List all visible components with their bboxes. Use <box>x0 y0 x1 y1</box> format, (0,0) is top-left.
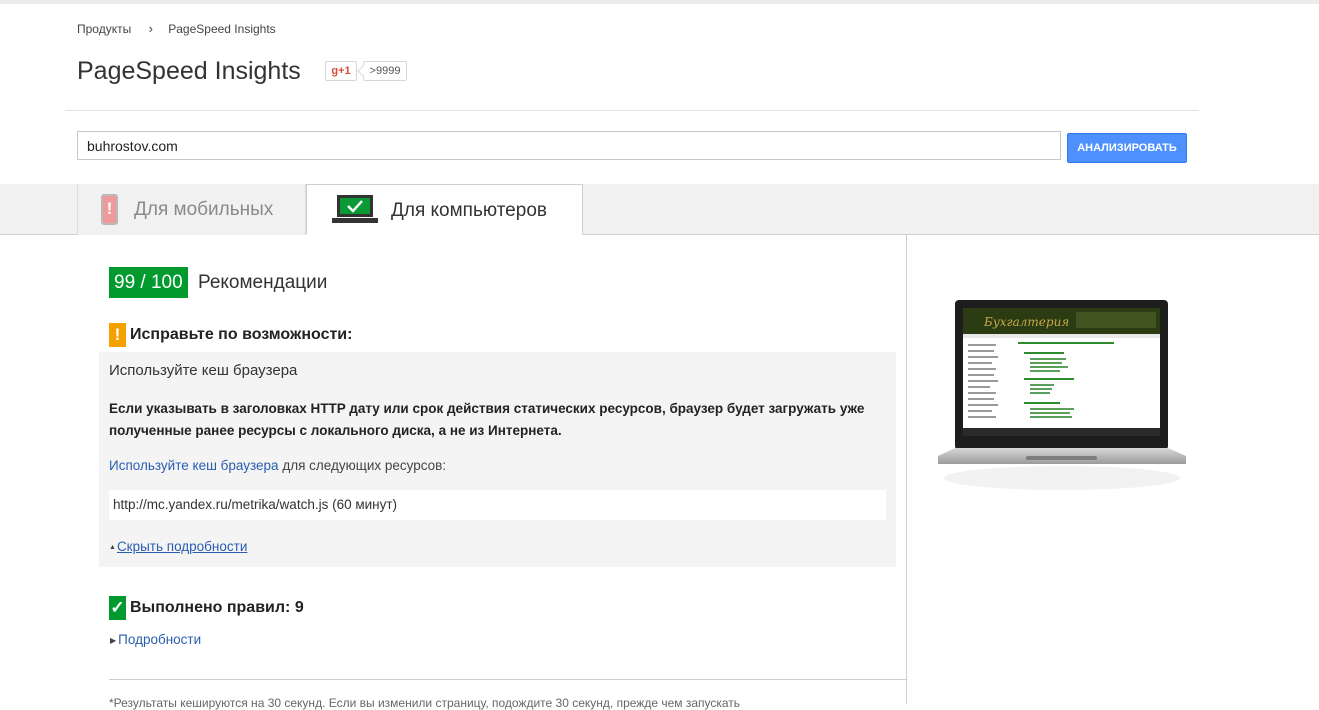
footnote-divider <box>109 679 906 680</box>
triangle-up-icon: ▲ <box>109 543 116 551</box>
score-badge: 99 / 100 <box>109 267 188 298</box>
browser-cache-link[interactable]: Используйте кеш браузера <box>109 458 279 473</box>
url-input[interactable]: buhrostov.com <box>77 131 1061 160</box>
details-link[interactable]: ▶ Подробности <box>110 632 201 647</box>
hide-details-label: Скрыть подробности <box>116 539 248 554</box>
tab-mobile-label: Для мобильных <box>134 199 274 220</box>
footnote: *Результаты кешируются на 30 секунд. Есл… <box>109 696 741 710</box>
details-label: Подробности <box>118 632 202 647</box>
checkmark-icon: ✓ <box>109 596 126 620</box>
tab-desktop-label: Для компьютеров <box>391 200 547 221</box>
gplus-count: >9999 <box>363 61 407 81</box>
analyze-button[interactable]: АНАЛИЗИРОВАТЬ <box>1067 133 1187 163</box>
top-border <box>0 0 1319 4</box>
breadcrumb-current: PageSpeed Insights <box>168 22 276 36</box>
score-label: Рекомендации <box>198 272 328 293</box>
laptop-icon <box>332 195 378 223</box>
chevron-right-icon: › <box>148 21 153 36</box>
breadcrumb-products-link[interactable]: Продукты <box>77 22 131 36</box>
passed-rules-title: Выполнено правил: 9 <box>130 599 304 616</box>
warning-title: Исправьте по возможности: <box>130 326 353 343</box>
content-divider <box>906 235 907 704</box>
tab-mobile[interactable]: Для мобильных <box>77 184 306 235</box>
rule-resources-line: Используйте кеш браузера для следующих р… <box>109 458 446 473</box>
rule-description: Если указывать в заголовках HTTP дату ил… <box>109 401 865 438</box>
tab-desktop[interactable]: Для компьютеров <box>306 184 583 235</box>
rule-name: Используйте кеш браузера <box>109 362 298 379</box>
exclamation-icon: ! <box>109 323 126 347</box>
triangle-right-icon: ▶ <box>110 635 117 645</box>
gplus-button[interactable]: g+1 <box>325 61 357 81</box>
breadcrumb: Продукты › PageSpeed Insights <box>77 21 276 36</box>
phone-icon <box>101 194 118 225</box>
svg-text:Бухгалтерия: Бухгалтерия <box>983 315 1069 329</box>
laptop-preview-image: Бухгалтерия <box>938 300 1186 490</box>
rule-resources-text: для следующих ресурсов: <box>278 458 447 473</box>
header-divider <box>65 110 1199 111</box>
page-title: PageSpeed Insights <box>77 57 301 85</box>
hide-details-link[interactable]: ▲Скрыть подробности <box>109 539 247 554</box>
resource-url: http://mc.yandex.ru/metrika/watch.js (60… <box>109 490 886 520</box>
